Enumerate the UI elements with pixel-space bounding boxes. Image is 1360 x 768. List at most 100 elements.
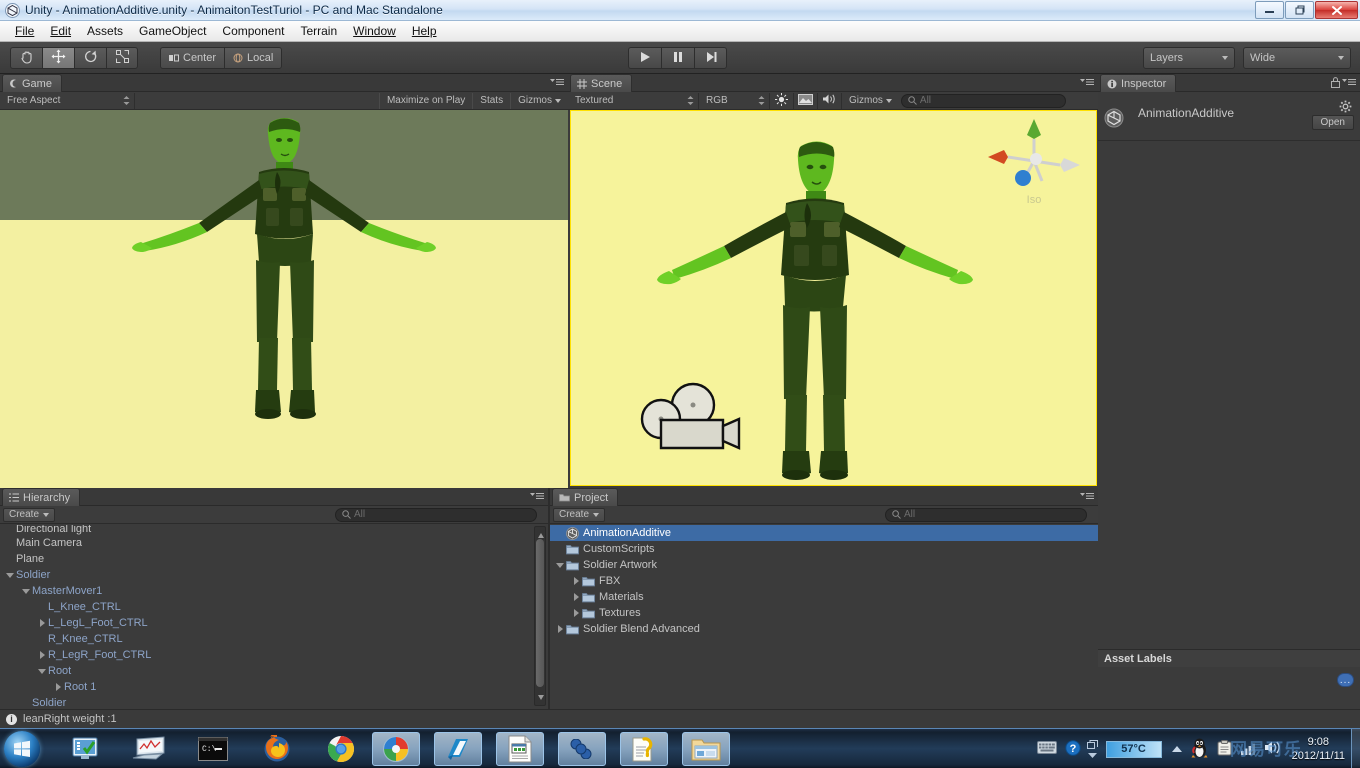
- keyboard-icon[interactable]: [1036, 741, 1057, 757]
- hierarchy-tree[interactable]: Directional light Main Camera Plane Soldier…: [0, 525, 532, 709]
- expand-arrow-icon[interactable]: [52, 683, 64, 691]
- game-view-render[interactable]: [0, 110, 568, 488]
- project-item[interactable]: AnimationAdditive: [550, 525, 1098, 541]
- volume-icon[interactable]: [1264, 740, 1282, 758]
- menu-window[interactable]: Window: [345, 21, 404, 41]
- expand-arrow-icon[interactable]: [570, 609, 582, 617]
- taskbar-task-document[interactable]: [496, 732, 544, 766]
- hierarchy-item[interactable]: L_LegL_Foot_CTRL: [0, 615, 532, 631]
- collapse-arrow-icon[interactable]: [20, 588, 32, 594]
- expand-arrow-icon[interactable]: [570, 593, 582, 601]
- menu-file[interactable]: File: [7, 21, 42, 41]
- asset-label-button[interactable]: ...: [1337, 673, 1354, 687]
- hierarchy-item[interactable]: Soldier: [0, 695, 532, 709]
- taskbar-task-explorer[interactable]: [682, 732, 730, 766]
- collapse-arrow-icon[interactable]: [4, 572, 16, 578]
- taskbar-task-maxthon[interactable]: [372, 732, 420, 766]
- hierarchy-item[interactable]: Directional light: [0, 525, 532, 535]
- move-tool-button[interactable]: [42, 47, 74, 69]
- layout-dropdown[interactable]: Wide: [1243, 47, 1351, 69]
- project-item[interactable]: Soldier Artwork: [550, 557, 1098, 573]
- tab-game[interactable]: Game: [2, 74, 62, 92]
- stats-button[interactable]: Stats: [472, 92, 510, 109]
- rotate-tool-button[interactable]: [74, 47, 106, 69]
- taskbar-task-editor[interactable]: [434, 732, 482, 766]
- network-signal-icon[interactable]: [1240, 741, 1258, 758]
- taskbar-pin-performance-monitor[interactable]: [132, 733, 166, 765]
- hierarchy-item[interactable]: Soldier: [0, 567, 532, 583]
- menu-component[interactable]: Component: [214, 21, 292, 41]
- menu-assets[interactable]: Assets: [79, 21, 131, 41]
- maximize-on-play-button[interactable]: Maximize on Play: [378, 92, 472, 109]
- scene-search-field[interactable]: All: [900, 93, 1066, 108]
- hierarchy-scroll-thumb[interactable]: [536, 539, 544, 687]
- project-item[interactable]: CustomScripts: [550, 541, 1098, 557]
- audio-toggle[interactable]: [818, 92, 842, 109]
- panel-menu-icon[interactable]: [530, 492, 544, 504]
- draw-mode-dropdown[interactable]: Textured: [568, 92, 699, 109]
- panel-menu-icon[interactable]: [1080, 492, 1094, 504]
- hierarchy-item[interactable]: Main Camera: [0, 535, 532, 551]
- project-item[interactable]: Soldier Blend Advanced: [550, 621, 1098, 637]
- collapse-arrow-icon[interactable]: [36, 668, 48, 674]
- tab-inspector[interactable]: Inspector: [1100, 74, 1177, 92]
- scene-orientation-gizmo[interactable]: Iso: [988, 117, 1080, 209]
- project-item[interactable]: Textures: [550, 605, 1098, 621]
- penguin-icon[interactable]: [1191, 738, 1208, 761]
- hierarchy-item[interactable]: Plane: [0, 551, 532, 567]
- start-button[interactable]: [4, 731, 40, 767]
- project-tree[interactable]: AnimationAdditive CustomScripts Soldier Ar…: [550, 525, 1098, 709]
- scroll-down-icon[interactable]: [538, 691, 544, 703]
- hierarchy-search-field[interactable]: All: [335, 507, 537, 522]
- panel-menu-icon[interactable]: [550, 78, 564, 90]
- project-create-button[interactable]: Create: [553, 507, 606, 522]
- expand-arrow-icon[interactable]: [36, 619, 48, 627]
- skybox-toggle[interactable]: [794, 92, 818, 109]
- hierarchy-item[interactable]: Root: [0, 663, 532, 679]
- layers-dropdown[interactable]: Layers: [1143, 47, 1235, 69]
- taskbar-pin-chrome[interactable]: [324, 733, 358, 765]
- hierarchy-item[interactable]: Root 1: [0, 679, 532, 695]
- rotation-mode-button[interactable]: Local: [224, 47, 283, 69]
- temperature-indicator[interactable]: 57°C: [1105, 740, 1162, 758]
- scene-gizmos-dropdown[interactable]: Gizmos: [842, 93, 899, 109]
- show-hidden-icons-icon[interactable]: [1086, 740, 1098, 758]
- expand-arrow-icon[interactable]: [554, 625, 566, 633]
- clipboard-icon[interactable]: [1217, 739, 1232, 759]
- taskbar-pin-firefox[interactable]: [260, 733, 294, 765]
- hierarchy-item[interactable]: R_LegR_Foot_CTRL: [0, 647, 532, 663]
- hierarchy-scrollbar[interactable]: [534, 526, 546, 706]
- game-gizmos-dropdown[interactable]: Gizmos: [510, 92, 568, 109]
- menu-help[interactable]: Help: [404, 21, 445, 41]
- menu-gameobject[interactable]: GameObject: [131, 21, 214, 41]
- show-desktop-button[interactable]: [1351, 729, 1360, 768]
- minimize-button[interactable]: [1255, 1, 1284, 19]
- help-circle-icon[interactable]: ?: [1064, 739, 1081, 759]
- scene-view-render[interactable]: Iso: [570, 110, 1097, 486]
- hierarchy-item[interactable]: R_Knee_CTRL: [0, 631, 532, 647]
- hierarchy-item[interactable]: L_Knee_CTRL: [0, 599, 532, 615]
- close-button[interactable]: [1315, 1, 1358, 19]
- expand-arrow-icon[interactable]: [570, 577, 582, 585]
- tab-scene[interactable]: Scene: [570, 74, 633, 92]
- scale-tool-button[interactable]: [106, 47, 138, 69]
- color-mode-dropdown[interactable]: RGB: [699, 92, 770, 109]
- taskbar-task-help[interactable]: [620, 732, 668, 766]
- step-button[interactable]: [694, 47, 727, 69]
- aspect-dropdown[interactable]: Free Aspect: [0, 92, 135, 109]
- open-button[interactable]: Open: [1311, 115, 1354, 130]
- project-item[interactable]: Materials: [550, 589, 1098, 605]
- restore-button[interactable]: [1285, 1, 1314, 19]
- hand-tool-button[interactable]: [10, 47, 42, 69]
- panel-menu-icon[interactable]: [1342, 78, 1356, 90]
- panel-menu-icon[interactable]: [1080, 78, 1094, 90]
- tab-project[interactable]: Project: [552, 488, 619, 506]
- lock-icon[interactable]: [1331, 77, 1340, 91]
- camera-gizmo-icon[interactable]: [639, 379, 759, 464]
- tray-expand-icon[interactable]: [1171, 743, 1182, 755]
- menu-terrain[interactable]: Terrain: [292, 21, 345, 41]
- hierarchy-create-button[interactable]: Create: [3, 507, 56, 522]
- pivot-mode-button[interactable]: Center: [160, 47, 225, 69]
- taskbar-task-unity[interactable]: [558, 732, 606, 766]
- taskbar-pin-command-prompt[interactable]: C:\: [196, 733, 230, 765]
